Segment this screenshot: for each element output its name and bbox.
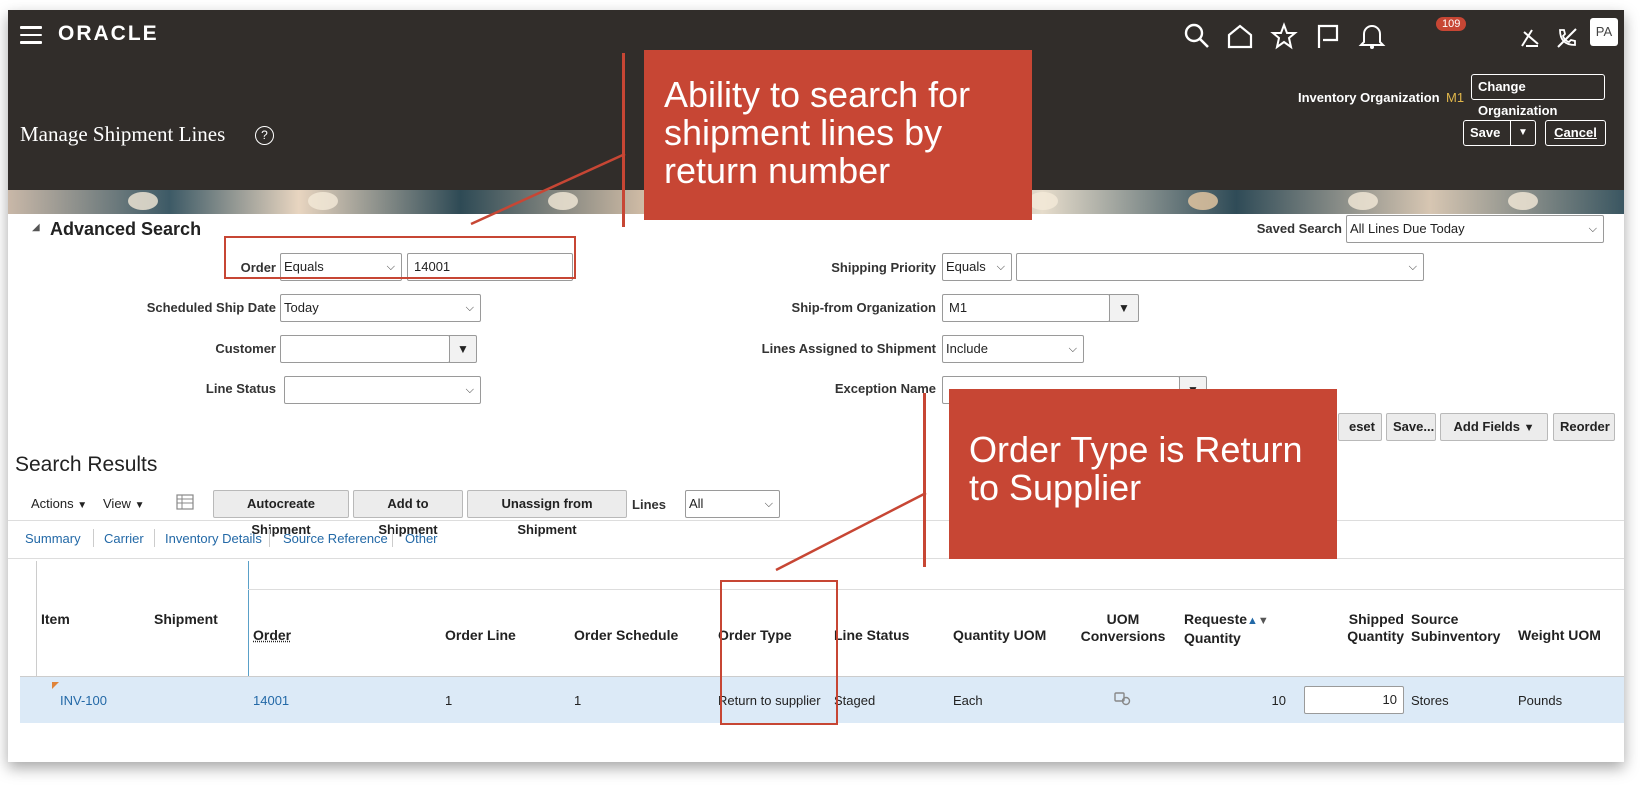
app-window: ORACLE 109 PA Inventory Organization M1 … bbox=[8, 10, 1624, 762]
search-callout: Ability to search for shipment lines by … bbox=[644, 50, 1032, 220]
order-type-callout: Order Type is Return to Supplier bbox=[949, 389, 1337, 559]
